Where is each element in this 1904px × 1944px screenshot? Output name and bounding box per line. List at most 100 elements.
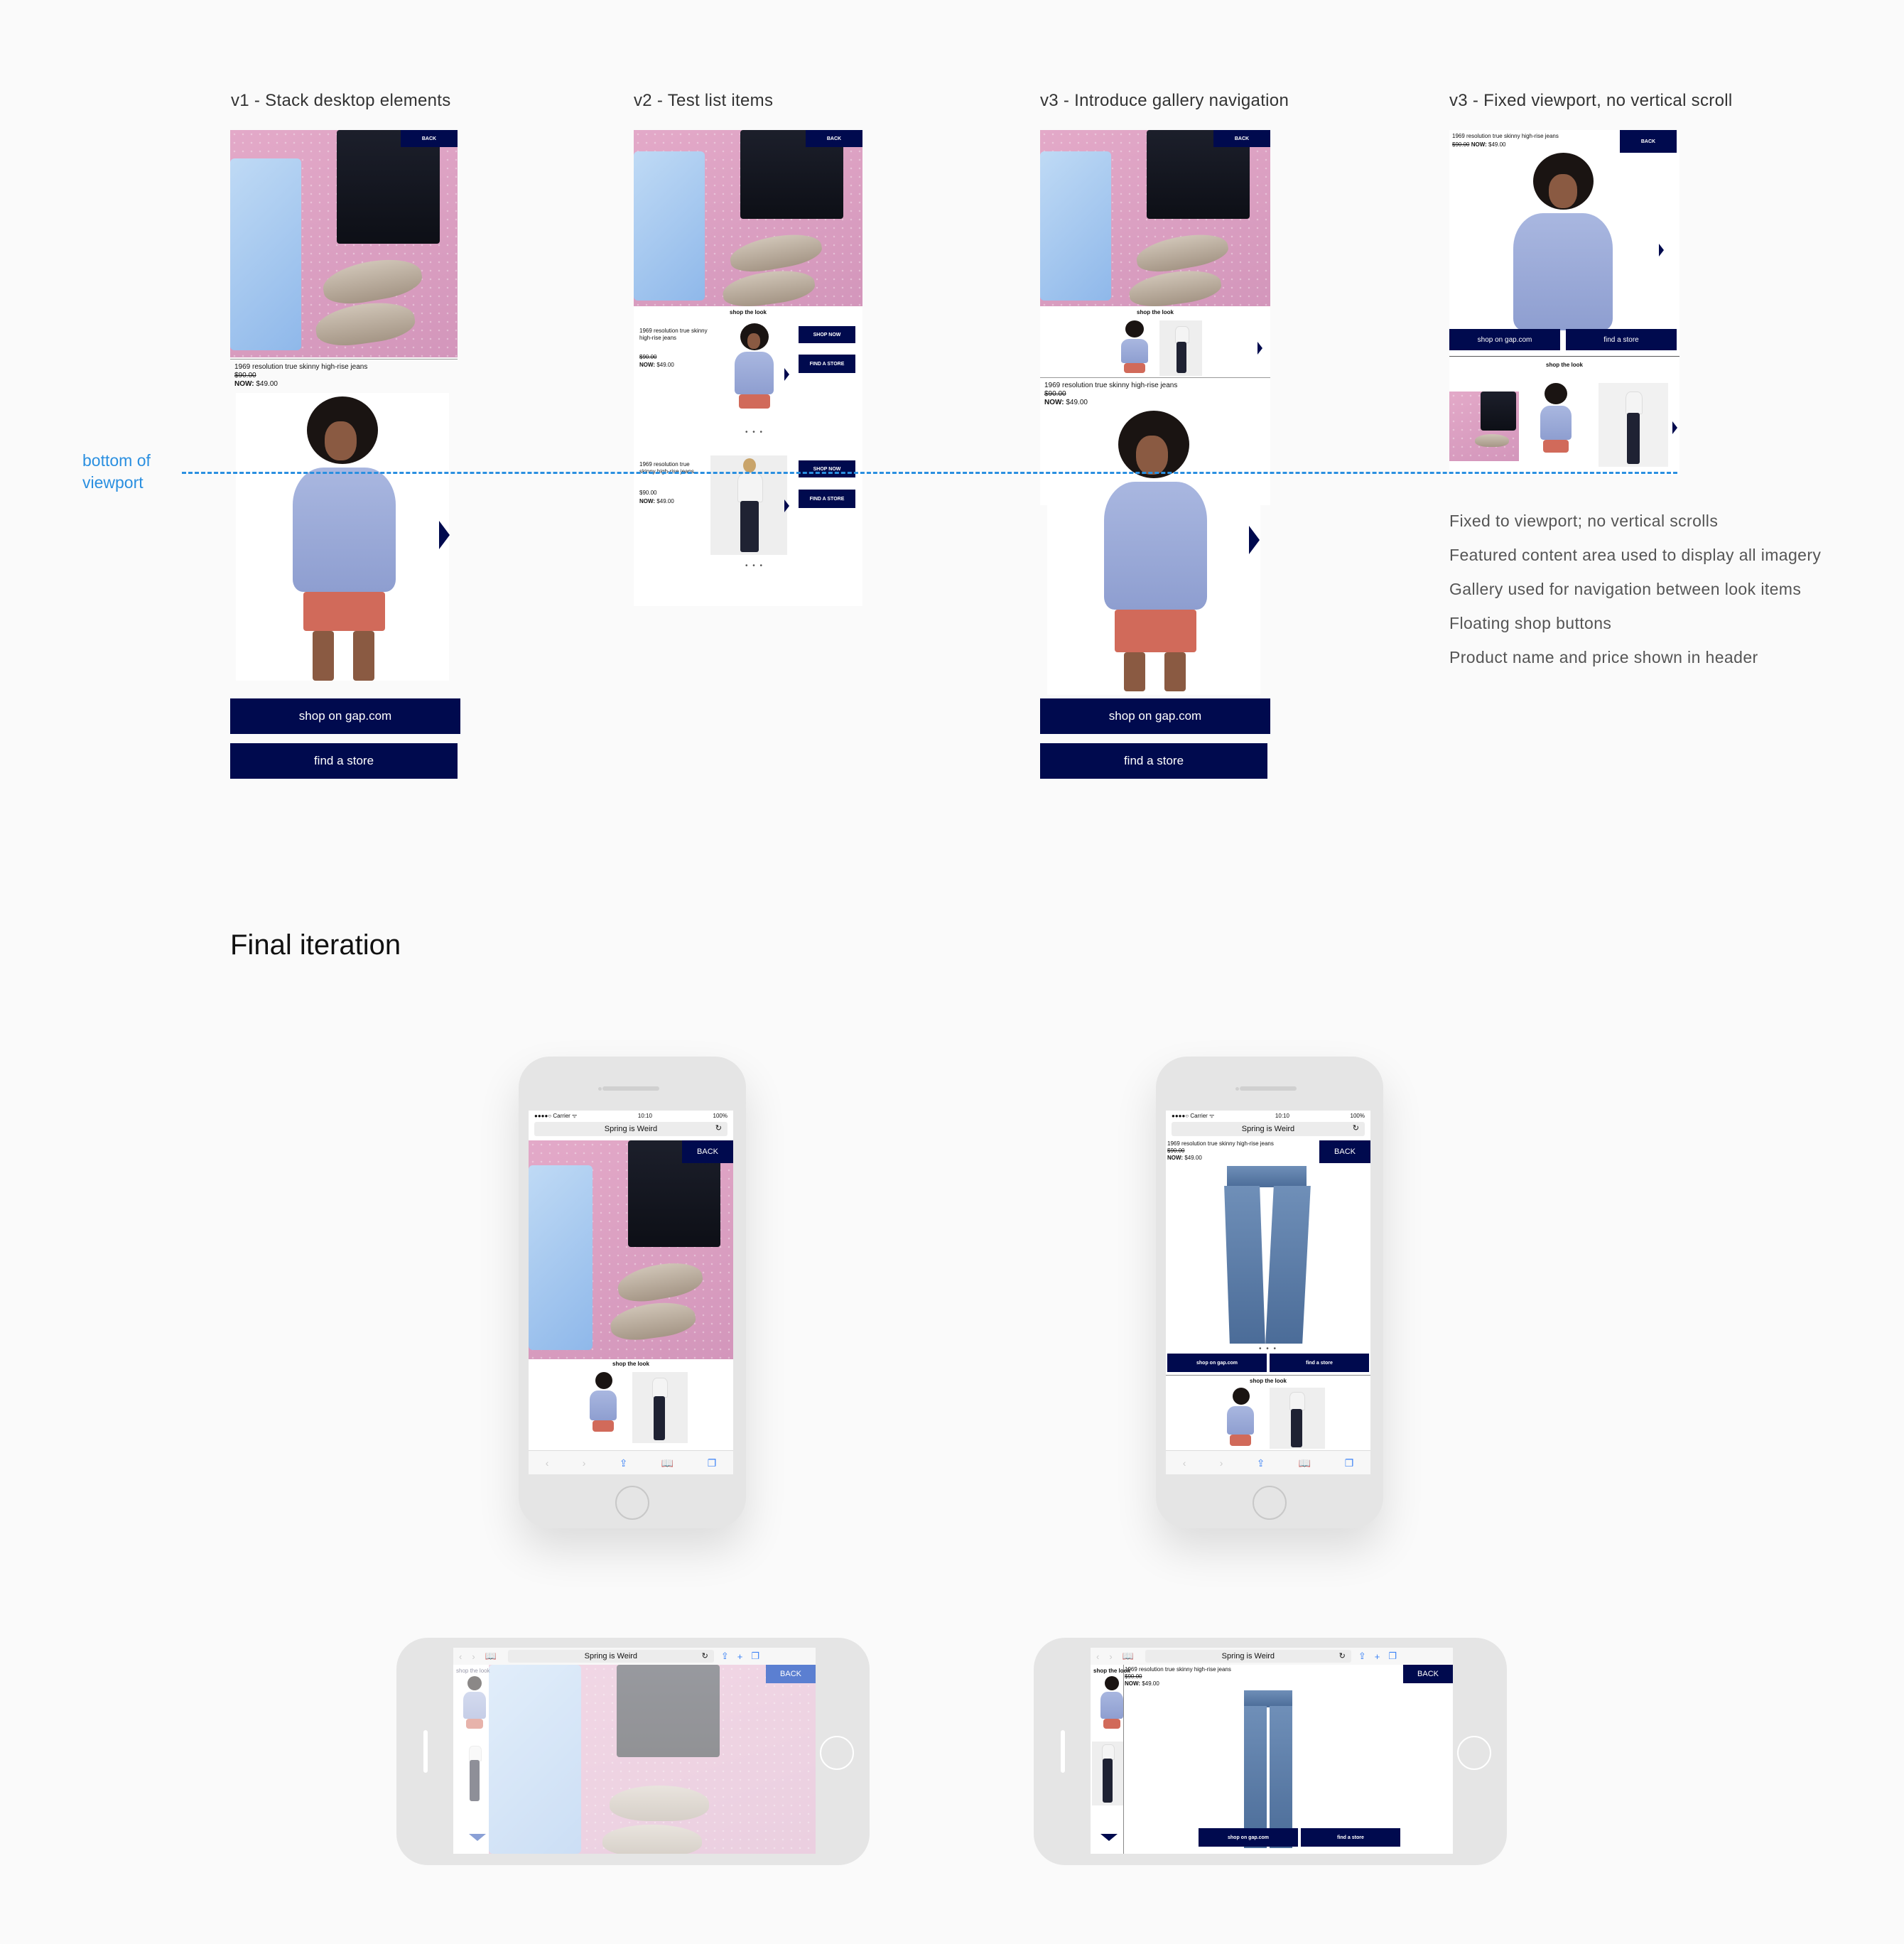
hero-flatlay-image	[529, 1140, 733, 1359]
next-arrow-icon[interactable]	[1249, 526, 1260, 554]
find-a-store-button[interactable]: find a store	[1040, 743, 1267, 779]
back-button[interactable]: BACK	[806, 130, 862, 147]
url-bar[interactable]: Spring is Weird ↻	[507, 1650, 714, 1663]
forward-nav-icon[interactable]: ›	[583, 1457, 586, 1469]
url-bar[interactable]: Spring is Weird ↻	[534, 1122, 727, 1136]
tabs-icon[interactable]: ❐	[751, 1651, 759, 1662]
phone-screen: ●●●●○ Carrier ᯤ 10:10 100% Spring is Wei…	[529, 1111, 733, 1474]
look-thumbnail-model[interactable]	[1098, 1676, 1126, 1739]
look-thumbnail-model[interactable]	[1117, 320, 1152, 377]
back-nav-icon[interactable]: ‹	[1183, 1457, 1186, 1469]
note-item: Gallery used for navigation between look…	[1449, 580, 1802, 598]
back-button[interactable]: BACK	[401, 130, 458, 147]
look-thumbnail-flatlay[interactable]	[1449, 392, 1519, 461]
tabs-icon[interactable]: ❐	[1345, 1457, 1354, 1469]
forward-nav-icon[interactable]: ›	[472, 1651, 475, 1662]
back-nav-icon[interactable]: ‹	[546, 1457, 549, 1469]
now-label: NOW:	[1044, 399, 1064, 406]
look-thumbnail-model[interactable]	[1223, 1388, 1258, 1452]
home-button[interactable]	[1457, 1736, 1491, 1770]
reload-icon[interactable]: ↻	[1353, 1123, 1359, 1133]
phone-portrait-2: ●●●●○ Carrier ᯤ 10:10 100% Spring is Wei…	[1156, 1057, 1383, 1528]
tabs-icon[interactable]: ❐	[708, 1457, 717, 1469]
scroll-down-icon[interactable]	[469, 1834, 486, 1841]
next-arrow-icon[interactable]	[1672, 421, 1677, 434]
back-nav-icon[interactable]: ‹	[459, 1651, 462, 1662]
home-button[interactable]	[615, 1486, 649, 1520]
old-price: $90.00	[1452, 141, 1470, 148]
shop-the-look-label: shop the look	[1137, 309, 1174, 315]
shop-on-gap-button[interactable]: shop on gap.com	[1199, 1828, 1298, 1847]
shop-on-gap-button[interactable]: shop on gap.com	[1040, 698, 1270, 734]
v3a-title: v3 - Introduce gallery navigation	[1040, 91, 1289, 110]
next-arrow-icon[interactable]	[1257, 342, 1262, 355]
shop-on-gap-button[interactable]: shop on gap.com	[230, 698, 460, 734]
bookmarks-icon[interactable]: 📖	[1299, 1457, 1311, 1469]
back-button[interactable]: BACK	[1319, 1140, 1370, 1163]
shop-on-gap-button[interactable]: shop on gap.com	[1167, 1354, 1267, 1372]
next-arrow-icon[interactable]	[439, 521, 450, 549]
look-thumbnail-pants[interactable]	[1270, 1388, 1325, 1449]
share-icon[interactable]: ⇪	[1257, 1457, 1265, 1469]
find-a-store-button[interactable]: find a store	[1566, 329, 1677, 350]
add-tab-icon[interactable]: +	[737, 1651, 743, 1662]
reload-icon[interactable]: ↻	[702, 1651, 708, 1660]
bookmarks-icon[interactable]: 📖	[485, 1651, 497, 1662]
v3a-mockup: BACK shop the look 1969 resolution true …	[1040, 130, 1272, 780]
look-thumbnail-pants[interactable]	[632, 1372, 688, 1443]
home-button[interactable]	[1253, 1486, 1287, 1520]
status-time: 10:10	[637, 1112, 652, 1119]
find-a-store-button[interactable]: FIND A STORE	[799, 355, 855, 373]
back-nav-icon[interactable]: ‹	[1096, 1651, 1099, 1662]
look-thumbnail-model[interactable]	[585, 1372, 621, 1443]
look-thumbnail-pants[interactable]	[460, 1743, 489, 1804]
next-arrow-icon[interactable]	[1659, 244, 1664, 256]
look-thumbnail-model[interactable]	[1535, 383, 1577, 467]
bookmarks-icon[interactable]: 📖	[661, 1457, 674, 1469]
reload-icon[interactable]: ↻	[1339, 1651, 1346, 1660]
shop-now-button[interactable]: SHOP NOW	[799, 460, 855, 477]
phone-landscape-2: ‹ › 📖 Spring is Weird ↻ ⇪ + ❐ shop the l…	[1034, 1638, 1507, 1865]
note-item: Fixed to viewport; no vertical scrolls	[1449, 512, 1719, 530]
find-a-store-button[interactable]: FIND A STORE	[799, 490, 855, 508]
look-thumbnail-model[interactable]	[460, 1676, 489, 1739]
forward-nav-icon[interactable]: ›	[1220, 1457, 1223, 1469]
shop-on-gap-button[interactable]: shop on gap.com	[1449, 329, 1560, 350]
v2-mockup: BACK shop the look 1969 resolution true …	[634, 130, 862, 606]
bookmarks-icon[interactable]: 📖	[1123, 1651, 1134, 1662]
share-icon[interactable]: ⇪	[1358, 1651, 1366, 1662]
look-thumbnail-pants[interactable]	[1159, 320, 1202, 376]
back-button[interactable]: BACK	[1403, 1665, 1453, 1683]
shop-the-look-label: shop the look	[1546, 362, 1583, 368]
reload-icon[interactable]: ↻	[715, 1123, 722, 1133]
scroll-down-icon[interactable]	[1100, 1834, 1118, 1841]
back-button[interactable]: BACK	[1213, 130, 1270, 147]
find-a-store-button[interactable]: find a store	[1270, 1354, 1369, 1372]
find-a-store-button[interactable]: find a store	[230, 743, 458, 779]
page-title: Spring is Weird	[1221, 1652, 1275, 1660]
url-bar[interactable]: Spring is Weird ↻	[1145, 1650, 1351, 1663]
home-button[interactable]	[820, 1736, 854, 1770]
now-label: NOW:	[1471, 141, 1487, 148]
forward-nav-icon[interactable]: ›	[1109, 1651, 1112, 1662]
back-button[interactable]: BACK	[682, 1140, 733, 1163]
share-icon[interactable]: ⇪	[721, 1651, 729, 1662]
now-price: $49.00	[656, 498, 674, 504]
note-item: Product name and price shown in header	[1449, 648, 1758, 666]
look-thumbnail-pants[interactable]	[1092, 1742, 1123, 1805]
next-arrow-icon[interactable]	[784, 368, 789, 381]
tabs-icon[interactable]: ❐	[1388, 1651, 1397, 1662]
look-thumbnail-pants[interactable]	[1599, 383, 1668, 467]
next-arrow-icon[interactable]	[784, 500, 789, 512]
v3b-title: v3 - Fixed viewport, no vertical scroll	[1449, 91, 1733, 110]
url-bar[interactable]: Spring is Weird ↻	[1172, 1122, 1365, 1136]
shop-now-button[interactable]: SHOP NOW	[799, 326, 855, 343]
shop-the-look-label: shop the look	[730, 309, 767, 315]
share-icon[interactable]: ⇪	[620, 1457, 628, 1469]
find-a-store-button[interactable]: find a store	[1301, 1828, 1400, 1847]
model-thumbnail	[710, 455, 787, 555]
add-tab-icon[interactable]: +	[1375, 1651, 1380, 1662]
back-button[interactable]: BACK	[766, 1665, 816, 1683]
back-button[interactable]: BACK	[1620, 130, 1677, 153]
v2-title: v2 - Test list items	[634, 91, 774, 110]
